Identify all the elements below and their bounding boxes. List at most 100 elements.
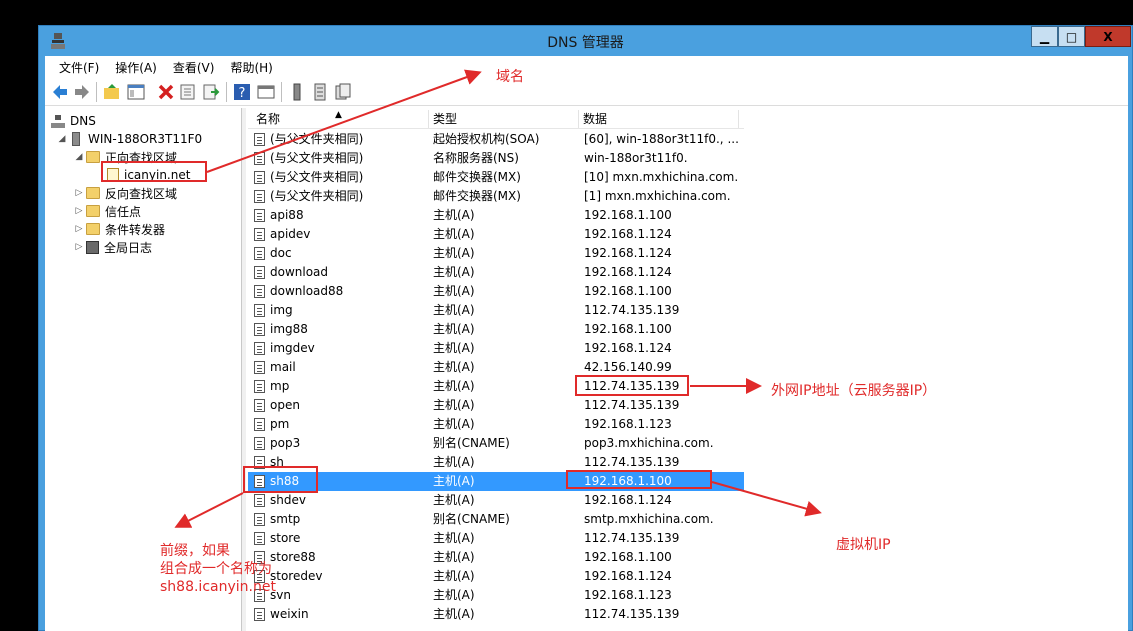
record-type: 主机(A): [433, 360, 475, 374]
dns-manager-window: DNS 管理器 ▁ □ X 文件(F) 操作(A) 查看(V) 帮助(H) ?: [38, 25, 1133, 631]
records-icon[interactable]: [334, 83, 352, 101]
record-data: smtp.mxhichina.com.: [584, 512, 714, 526]
record-icon: [254, 190, 265, 203]
record-type: 主机(A): [433, 227, 475, 241]
record-data: 112.74.135.139: [584, 303, 680, 317]
back-icon[interactable]: [51, 83, 69, 101]
table-row[interactable]: store 主机(A) 112.74.135.139: [248, 529, 744, 548]
record-icon: [254, 418, 265, 431]
tree-item-global-logs[interactable]: ▷ 全局日志: [74, 238, 152, 256]
server-icon[interactable]: [288, 83, 306, 101]
svg-text:?: ?: [239, 86, 246, 101]
minimize-button[interactable]: ▁: [1031, 26, 1058, 47]
menu-help[interactable]: 帮助(H): [222, 59, 280, 76]
record-name: (与父文件夹相同): [270, 189, 364, 203]
help-icon[interactable]: ?: [233, 83, 251, 101]
table-row[interactable]: pm 主机(A) 192.168.1.123: [248, 415, 744, 434]
record-name: doc: [270, 246, 292, 260]
record-data: 112.74.135.139: [584, 398, 680, 412]
record-type: 主机(A): [433, 303, 475, 317]
table-row[interactable]: doc 主机(A) 192.168.1.124: [248, 244, 744, 263]
properties-icon[interactable]: [179, 83, 197, 101]
expand-icon[interactable]: ▷: [74, 224, 84, 234]
record-data: 192.168.1.100: [584, 550, 672, 564]
table-row[interactable]: download 主机(A) 192.168.1.124: [248, 263, 744, 282]
record-type: 主机(A): [433, 208, 475, 222]
table-row[interactable]: (与父文件夹相同) 名称服务器(NS) win-188or3t11f0.: [248, 149, 744, 168]
record-icon: [254, 209, 265, 222]
table-row[interactable]: (与父文件夹相同) 邮件交换器(MX) [1] mxn.mxhichina.com.: [248, 187, 744, 206]
menu-action[interactable]: 操作(A): [107, 59, 165, 76]
record-icon: [254, 228, 265, 241]
record-name: download: [270, 265, 329, 279]
table-row[interactable]: (与父文件夹相同) 起始授权机构(SOA) [60], win-188or3t11f…: [248, 130, 744, 149]
show-tree-icon[interactable]: [127, 83, 145, 101]
table-row[interactable]: img 主机(A) 112.74.135.139: [248, 301, 744, 320]
console-icon[interactable]: [257, 83, 275, 101]
menu-file[interactable]: 文件(F): [51, 59, 107, 76]
tree-item-server[interactable]: ◢ WIN-188OR3T11F0: [57, 130, 202, 148]
maximize-button[interactable]: □: [1058, 26, 1085, 47]
table-row[interactable]: img88 主机(A) 192.168.1.100: [248, 320, 744, 339]
up-folder-icon[interactable]: [103, 83, 121, 101]
table-row[interactable]: download88 主机(A) 192.168.1.100: [248, 282, 744, 301]
expand-icon[interactable]: ▷: [74, 206, 84, 216]
table-row[interactable]: apidev 主机(A) 192.168.1.124: [248, 225, 744, 244]
table-row[interactable]: svn 主机(A) 192.168.1.123: [248, 586, 744, 605]
record-icon: [254, 152, 265, 165]
table-row[interactable]: pop3 别名(CNAME) pop3.mxhichina.com.: [248, 434, 744, 453]
table-row[interactable]: weixin 主机(A) 112.74.135.139: [248, 605, 744, 624]
tree-item-trust-points[interactable]: ▷ 信任点: [74, 202, 141, 220]
table-row[interactable]: (与父文件夹相同) 邮件交换器(MX) [10] mxn.mxhichina.com…: [248, 168, 744, 187]
public-ip-highlight-box: [575, 375, 689, 396]
record-name: store: [270, 531, 301, 545]
record-data: 192.168.1.100: [584, 208, 672, 222]
forward-icon[interactable]: [73, 83, 91, 101]
record-type: 主机(A): [433, 284, 475, 298]
table-row[interactable]: open 主机(A) 112.74.135.139: [248, 396, 744, 415]
tree-label-server: WIN-188OR3T11F0: [88, 132, 203, 146]
table-row[interactable]: storedev 主机(A) 192.168.1.124: [248, 567, 744, 586]
delete-icon[interactable]: [157, 83, 175, 101]
collapse-icon[interactable]: ◢: [74, 152, 84, 162]
table-row[interactable]: imgdev 主机(A) 192.168.1.124: [248, 339, 744, 358]
menu-view[interactable]: 查看(V): [165, 59, 223, 76]
table-row[interactable]: store88 主机(A) 192.168.1.100: [248, 548, 744, 567]
record-data: win-188or3t11f0.: [584, 151, 688, 165]
record-data: 192.168.1.124: [584, 569, 672, 583]
record-name: api88: [270, 208, 304, 222]
column-header-type[interactable]: 类型: [429, 110, 579, 128]
tree-item-conditional-forwarders[interactable]: ▷ 条件转发器: [74, 220, 165, 238]
expand-icon[interactable]: ▷: [74, 188, 84, 198]
annotation-prefix-line2: 组合成一个名称为: [160, 561, 272, 577]
table-row[interactable]: api88 主机(A) 192.168.1.100: [248, 206, 744, 225]
record-data: 192.168.1.123: [584, 417, 672, 431]
expand-icon[interactable]: ▷: [74, 242, 84, 252]
record-type: 主机(A): [433, 398, 475, 412]
column-header-name[interactable]: 名称 ▲: [252, 110, 429, 128]
vm-ip-highlight-box: [566, 470, 712, 489]
export-icon[interactable]: [202, 83, 220, 101]
column-header-data[interactable]: 数据: [579, 110, 739, 128]
record-name: imgdev: [270, 341, 315, 355]
sort-ascending-icon: ▲: [335, 110, 342, 120]
tree-item-dns[interactable]: DNS: [51, 112, 96, 130]
record-name: img88: [270, 322, 308, 336]
tree-item-reverse-zone[interactable]: ▷ 反向查找区域: [74, 184, 177, 202]
collapse-icon[interactable]: ◢: [57, 134, 67, 144]
list-icon[interactable]: [311, 83, 329, 101]
record-type: 主机(A): [433, 474, 475, 488]
record-icon: [254, 399, 265, 412]
table-row[interactable]: smtp 别名(CNAME) smtp.mxhichina.com.: [248, 510, 744, 529]
record-type: 主机(A): [433, 322, 475, 336]
record-name: (与父文件夹相同): [270, 132, 364, 146]
close-button[interactable]: X: [1085, 26, 1131, 47]
record-type: 主机(A): [433, 379, 475, 393]
toolbar: ?: [45, 78, 1128, 106]
folder-icon: [86, 187, 100, 199]
record-name: weixin: [270, 607, 309, 621]
record-type: 主机(A): [433, 265, 475, 279]
title-bar[interactable]: DNS 管理器 ▁ □ X: [39, 26, 1132, 56]
record-name: store88: [270, 550, 316, 564]
table-row[interactable]: shdev 主机(A) 192.168.1.124: [248, 491, 744, 510]
